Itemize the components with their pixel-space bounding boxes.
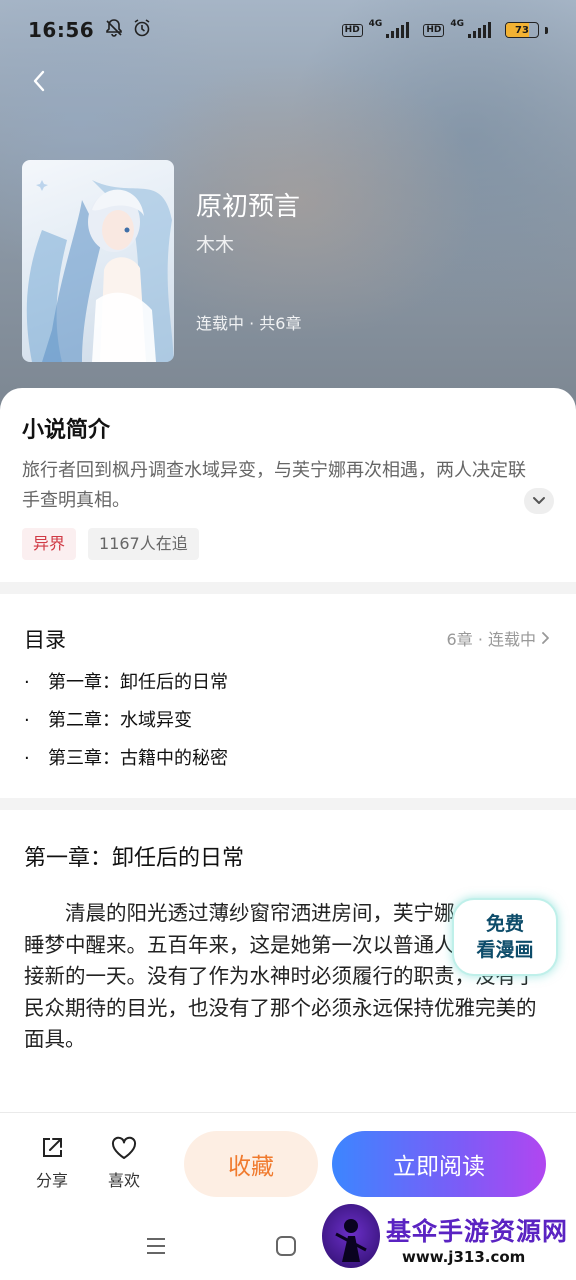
toc-meta-text: 6章 · 连载中 xyxy=(446,630,536,649)
menu-icon xyxy=(147,1238,165,1254)
network-type-1: 4G xyxy=(368,19,383,29)
toc-more-link[interactable]: 6章 · 连载中 xyxy=(447,626,550,650)
toc-item-label: 第三章：古籍中的秘密 xyxy=(48,748,228,769)
hd-icon: HD xyxy=(423,23,445,37)
status-bar: 16:56 HD 4G HD 4G 73 xyxy=(0,0,576,60)
chevron-right-icon xyxy=(542,632,549,644)
comic-button-line2: 看漫画 xyxy=(476,939,534,961)
cover-illustration xyxy=(26,180,174,362)
section-divider xyxy=(0,582,576,594)
signal-icon xyxy=(468,22,491,38)
hd-icon: HD xyxy=(341,23,363,37)
followers-badge: 1167人在追 xyxy=(88,528,199,560)
status-time: 16:56 xyxy=(28,18,95,42)
share-icon xyxy=(43,1138,62,1157)
favorite-button[interactable]: 收藏 xyxy=(184,1131,318,1197)
back-button[interactable] xyxy=(24,66,54,96)
expand-intro-button[interactable] xyxy=(524,488,554,514)
toc-list: · 第一章：卸任后的日常 · 第二章：水域异变 · 第三章：古籍中的秘密 xyxy=(24,668,228,782)
toc-item-label: 第一章：卸任后的日常 xyxy=(48,672,228,693)
intro-text: 旅行者回到枫丹调查水域异变，与芙宁娜再次相遇，两人决定联手查明真相。 xyxy=(22,460,526,511)
toc-item[interactable]: · 第三章：古籍中的秘密 xyxy=(24,744,228,782)
signal-icon xyxy=(386,22,410,38)
alarm-icon xyxy=(132,18,152,42)
chapter-title: 第一章：卸任后的日常 xyxy=(24,846,245,871)
book-author[interactable]: 木木 xyxy=(196,230,234,257)
home-nav-button[interactable] xyxy=(274,1234,298,1262)
home-square-icon xyxy=(276,1236,296,1256)
watermark-logo xyxy=(322,1204,380,1268)
genre-tag[interactable]: 异界 xyxy=(22,528,77,560)
section-divider xyxy=(0,798,576,810)
tag-list: 异界 1167人在追 xyxy=(22,528,199,560)
chevron-down-icon xyxy=(533,497,545,504)
toc-item[interactable]: · 第一章：卸任后的日常 xyxy=(24,668,228,706)
book-status: 连载中 · 共6章 xyxy=(196,314,302,333)
book-header: 16:56 HD 4G HD 4G 73 原初预言 木木 连载中 · 共6章 xyxy=(0,0,576,420)
comic-button-line1: 免费 xyxy=(485,913,524,935)
chevron-left-icon xyxy=(33,70,45,92)
like-button[interactable]: 喜欢 xyxy=(94,1135,154,1191)
intro-heading: 小说简介 xyxy=(22,418,111,443)
share-button[interactable]: 分享 xyxy=(22,1135,82,1191)
book-title: 原初预言 xyxy=(196,192,301,222)
toc-item-label: 第二章：水域异变 xyxy=(48,710,192,731)
site-watermark: 基伞手游资源网 www.j313.com xyxy=(318,1200,576,1280)
read-now-button[interactable]: 立即阅读 xyxy=(332,1131,546,1197)
battery-icon: 73 xyxy=(505,22,539,38)
book-cover xyxy=(22,160,174,362)
menu-nav-button[interactable] xyxy=(144,1234,168,1262)
like-label: 喜欢 xyxy=(107,1171,140,1190)
heart-icon xyxy=(111,1136,137,1159)
network-type-2: 4G xyxy=(450,19,464,29)
toc-heading: 目录 xyxy=(24,628,66,652)
toc-item[interactable]: · 第二章：水域异变 xyxy=(24,706,228,744)
mute-bell-icon xyxy=(104,18,124,42)
share-label: 分享 xyxy=(35,1171,68,1190)
free-comic-button[interactable]: 免费 看漫画 xyxy=(452,898,558,976)
watermark-url: www.j313.com xyxy=(402,1248,526,1266)
battery-level: 73 xyxy=(515,24,529,36)
watermark-name: 基伞手游资源网 xyxy=(386,1217,569,1246)
